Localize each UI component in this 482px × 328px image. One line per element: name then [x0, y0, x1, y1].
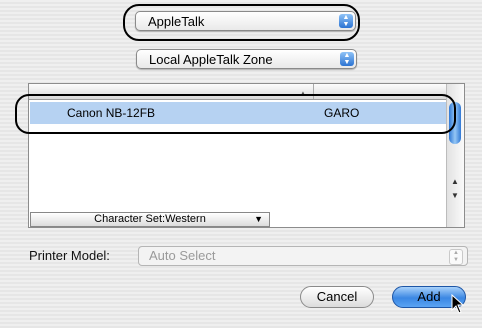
- cancel-button[interactable]: Cancel: [300, 286, 374, 308]
- protocol-popup-value: AppleTalk: [148, 14, 205, 29]
- printer-model-popup: Auto Select ▲ ▼: [138, 246, 468, 266]
- column-header-name[interactable]: [59, 84, 314, 99]
- dropdown-triangle-icon: ▼: [254, 214, 263, 224]
- character-set-popup[interactable]: Character Set:Western ▼: [30, 212, 270, 227]
- protocol-popup[interactable]: AppleTalk ▲ ▼: [135, 11, 356, 31]
- list-header: ▲: [29, 84, 447, 100]
- character-set-value: Character Set:Western: [94, 213, 206, 225]
- sort-indicator-icon: ▲: [299, 89, 307, 98]
- printer-name-cell: Canon NB-12FB: [67, 106, 156, 120]
- zone-popup[interactable]: Local AppleTalk Zone ▲ ▼: [136, 49, 357, 69]
- scrollbar-thumb[interactable]: [449, 102, 461, 144]
- list-scrollbar[interactable]: ▲ ▼: [446, 84, 464, 227]
- printer-model-value: Auto Select: [149, 248, 216, 263]
- printer-model-label: Printer Model:: [29, 248, 110, 263]
- zone-popup-value: Local AppleTalk Zone: [149, 52, 273, 67]
- arrow-pointer-icon: [451, 294, 465, 314]
- printer-list[interactable]: ▲ Canon NB-12FB GARO ▲ ▼: [28, 83, 465, 228]
- scroll-up-arrow-icon[interactable]: ▲: [451, 177, 459, 186]
- up-down-arrows-icon: ▲ ▼: [339, 14, 353, 28]
- printer-row-selected[interactable]: Canon NB-12FB GARO: [30, 102, 446, 124]
- printer-type-cell: GARO: [324, 106, 360, 120]
- scroll-down-arrow-icon[interactable]: ▼: [451, 191, 459, 200]
- up-down-arrows-icon: ▲ ▼: [340, 52, 354, 66]
- up-down-arrows-icon: ▲ ▼: [449, 249, 463, 265]
